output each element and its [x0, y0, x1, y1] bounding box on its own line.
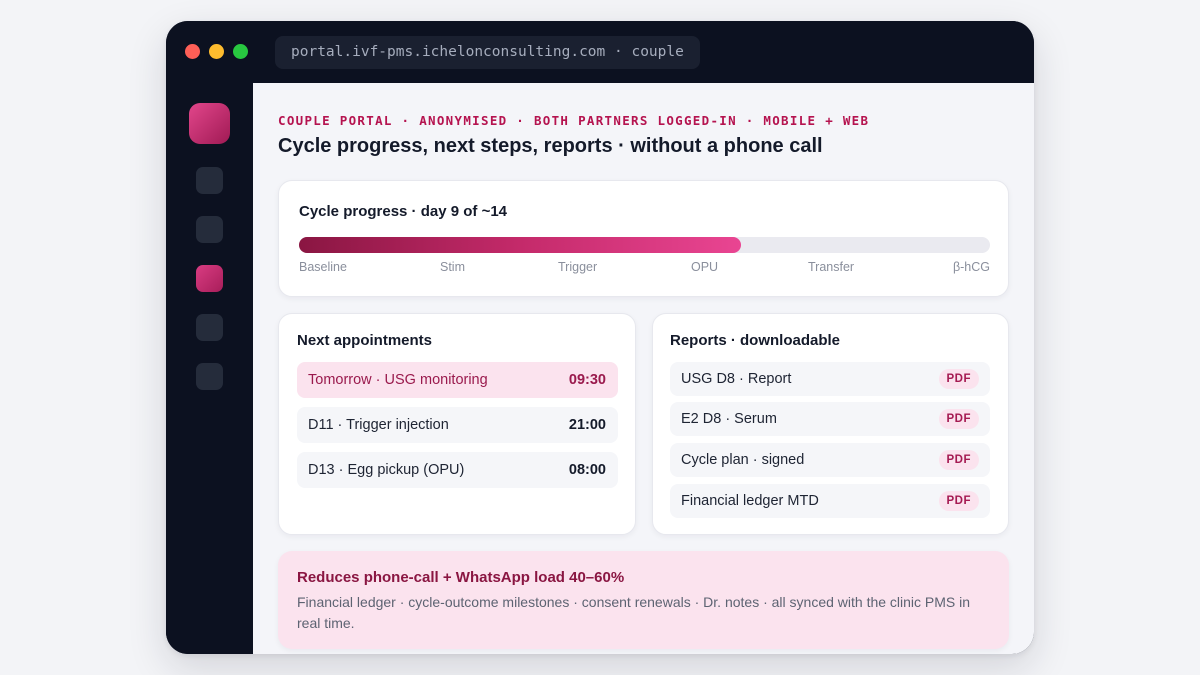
- cycle-progress-card: Cycle progress · day 9 of ~14 Baseline S…: [278, 180, 1009, 297]
- appointment-label: Tomorrow · USG monitoring: [308, 372, 488, 388]
- pdf-download-badge[interactable]: PDF: [938, 450, 979, 470]
- stage-label: β-hCG: [952, 260, 990, 274]
- main-content: COUPLE PORTAL · ANONYMISED · BOTH PARTNE…: [253, 83, 1034, 654]
- portal-eyebrow: COUPLE PORTAL · ANONYMISED · BOTH PARTNE…: [278, 113, 870, 128]
- page-title: Cycle progress, next steps, reports · wi…: [278, 135, 823, 157]
- impact-callout: Reduces phone-call + WhatsApp load 40–60…: [278, 551, 1009, 649]
- report-row[interactable]: E2 D8 · Serum PDF: [670, 402, 990, 436]
- appointment-time: 21:00: [568, 417, 606, 433]
- report-row[interactable]: Cycle plan · signed PDF: [670, 443, 990, 477]
- stage-label: Baseline: [299, 260, 347, 274]
- cycle-progress-track: [299, 237, 990, 253]
- stage-label: OPU: [691, 260, 719, 274]
- report-label: Cycle plan · signed: [681, 452, 805, 468]
- callout-body: Financial ledger · cycle-outcome milesto…: [297, 594, 971, 631]
- sidebar-nav-item-4[interactable]: [196, 314, 223, 341]
- appointment-row[interactable]: D13 · Egg pickup (OPU) 08:00: [297, 452, 618, 488]
- callout-title: Reduces phone-call + WhatsApp load 40–60…: [297, 569, 625, 586]
- appointment-time: 08:00: [568, 462, 606, 478]
- appointment-label: D11 · Trigger injection: [308, 417, 449, 433]
- reports-title: Reports · downloadable: [670, 332, 841, 349]
- pdf-download-badge[interactable]: PDF: [938, 409, 979, 429]
- close-window-button[interactable]: [185, 44, 200, 59]
- pdf-download-badge[interactable]: PDF: [938, 491, 979, 511]
- appointment-row[interactable]: D11 · Trigger injection 21:00: [297, 407, 618, 443]
- sidebar-nav-item-3-active[interactable]: [196, 265, 223, 292]
- next-appointments-card: Next appointments Tomorrow · USG monitor…: [278, 313, 636, 535]
- report-row[interactable]: Financial ledger MTD PDF: [670, 484, 990, 518]
- sidebar: [166, 83, 253, 654]
- appointments-title: Next appointments: [297, 332, 433, 349]
- appointment-time: 09:30: [568, 372, 606, 388]
- appointment-label: D13 · Egg pickup (OPU): [308, 462, 465, 478]
- sidebar-nav-item-1[interactable]: [196, 167, 223, 194]
- sidebar-nav-item-5[interactable]: [196, 363, 223, 390]
- stage-label: Transfer: [808, 260, 855, 274]
- stage-label: Stim: [440, 260, 465, 274]
- cycle-stage-labels: Baseline Stim Trigger OPU Transfer β-hCG: [299, 260, 990, 278]
- pdf-download-badge[interactable]: PDF: [938, 369, 979, 389]
- app-logo-icon[interactable]: [189, 103, 230, 144]
- report-label: USG D8 · Report: [681, 371, 792, 387]
- browser-window: portal.ivf-pms.ichelonconsulting.com · c…: [166, 21, 1034, 654]
- maximize-window-button[interactable]: [233, 44, 248, 59]
- stage-label: Trigger: [558, 260, 598, 274]
- report-label: E2 D8 · Serum: [681, 411, 777, 427]
- reports-card: Reports · downloadable USG D8 · Report P…: [652, 313, 1009, 535]
- report-label: Financial ledger MTD: [681, 493, 819, 509]
- report-row[interactable]: USG D8 · Report PDF: [670, 362, 990, 396]
- title-bar: portal.ivf-pms.ichelonconsulting.com · c…: [166, 21, 1034, 83]
- minimize-window-button[interactable]: [209, 44, 224, 59]
- sidebar-nav-item-2[interactable]: [196, 216, 223, 243]
- address-bar[interactable]: portal.ivf-pms.ichelonconsulting.com · c…: [275, 36, 700, 69]
- appointment-row[interactable]: Tomorrow · USG monitoring 09:30: [297, 362, 618, 398]
- cycle-progress-title: Cycle progress · day 9 of ~14: [299, 203, 508, 220]
- cycle-progress-fill: [299, 237, 742, 253]
